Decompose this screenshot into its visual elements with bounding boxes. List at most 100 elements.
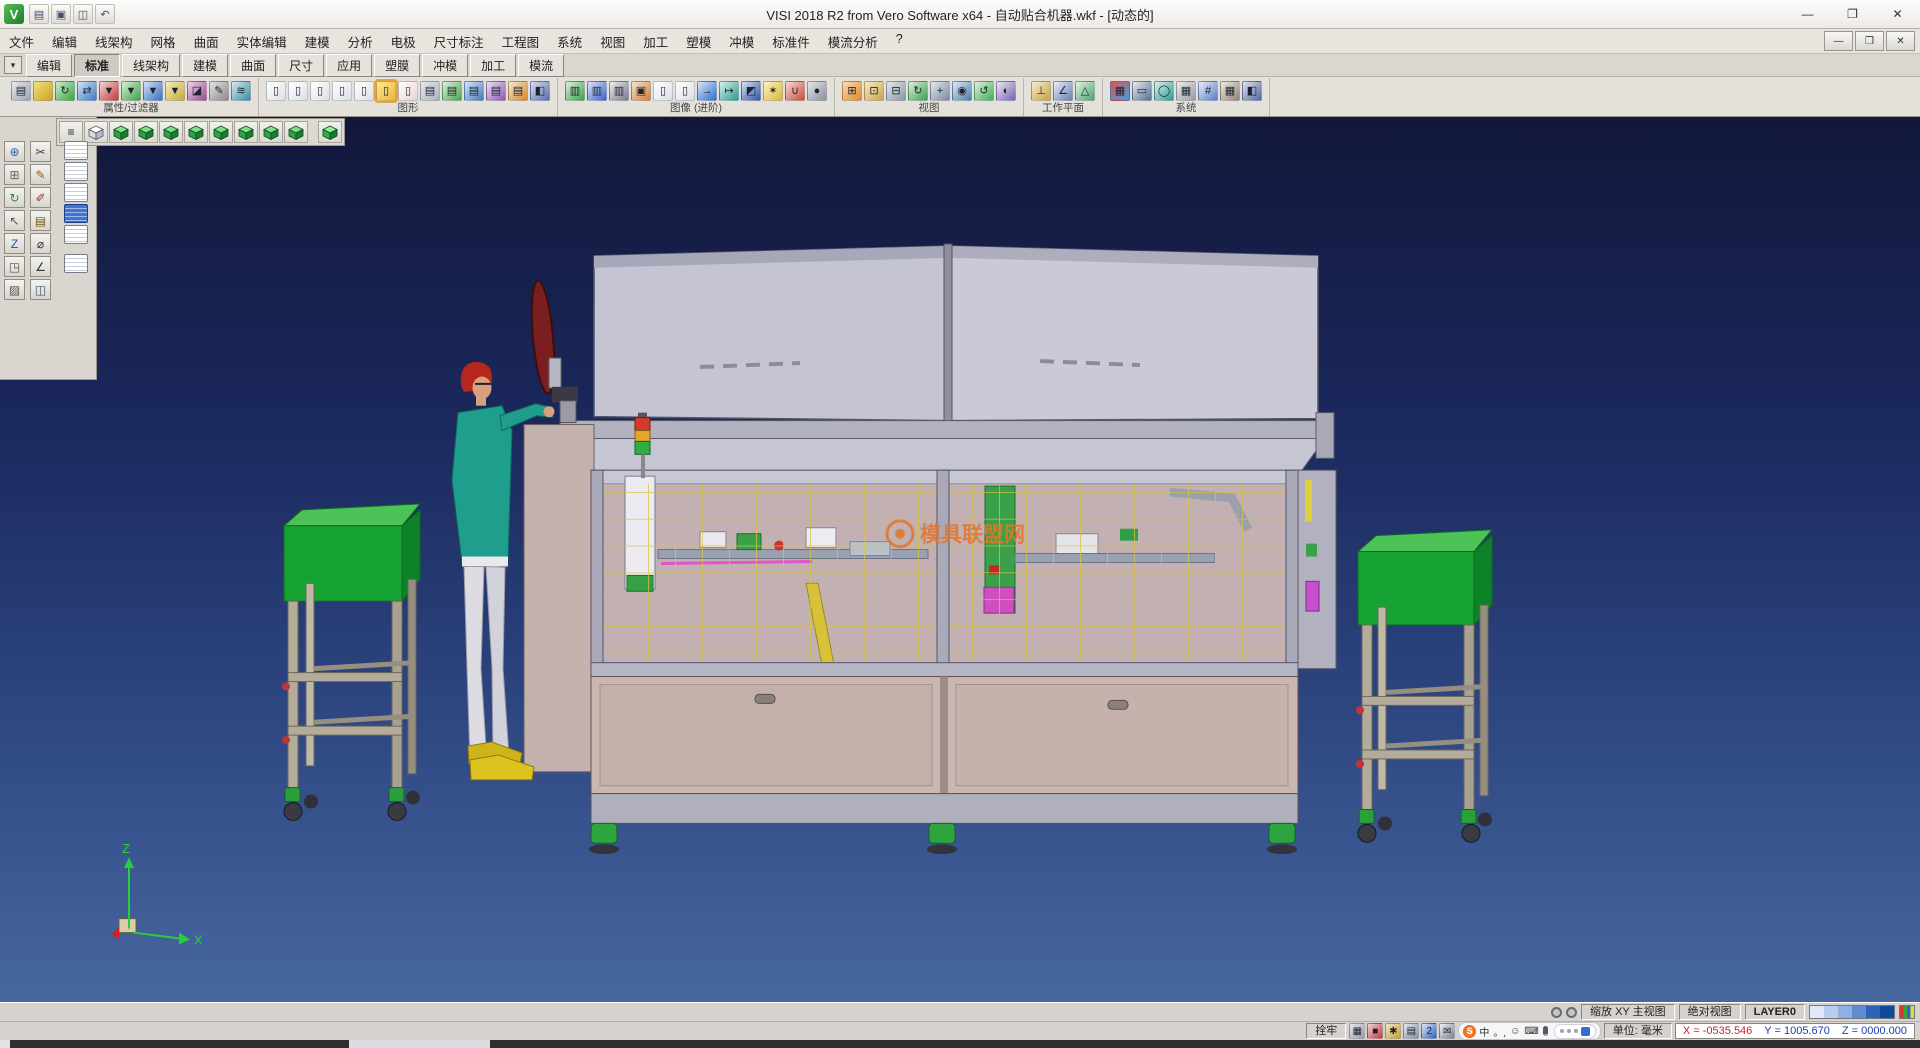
solid-red-icon[interactable]: ■: [1367, 1023, 1383, 1039]
refresh-view-icon[interactable]: ↺: [974, 81, 994, 101]
zoom-window-icon[interactable]: ⊡: [864, 81, 884, 101]
bounding-box-icon[interactable]: ◳: [4, 256, 25, 277]
film-strip-icon[interactable]: ▥: [609, 81, 629, 101]
tab-6[interactable]: 尺寸: [278, 54, 324, 77]
filter-blue-icon[interactable]: ▼: [143, 81, 163, 101]
menu-item-14[interactable]: 加工: [634, 29, 677, 54]
render-blue-icon[interactable]: ▥: [587, 81, 607, 101]
zoom-previous-icon[interactable]: ⊟: [886, 81, 906, 101]
measure-diameter-icon[interactable]: ⌀: [30, 233, 51, 254]
palette-swatch-4[interactable]: [1852, 1006, 1866, 1018]
tab-4[interactable]: 建模: [182, 54, 228, 77]
ime-toolbox[interactable]: [1554, 1024, 1596, 1039]
tab-10[interactable]: 加工: [470, 54, 516, 77]
window-maximize-button[interactable]: ❐: [1830, 1, 1875, 28]
zoom-select-icon[interactable]: ⊕: [4, 141, 25, 162]
workplane-xyz-icon[interactable]: ⊥: [1031, 81, 1051, 101]
world-globe-icon[interactable]: ◯: [1154, 81, 1174, 101]
menu-item-6[interactable]: 实体编辑: [228, 29, 296, 54]
color-table-icon[interactable]: [1899, 1005, 1915, 1019]
shade-toggle-icon[interactable]: ◧: [530, 81, 550, 101]
rotate-entity-icon[interactable]: ↻: [4, 187, 25, 208]
menu-item-15[interactable]: 塑模: [677, 29, 720, 54]
db-points-icon[interactable]: [64, 141, 88, 160]
menu-item-7[interactable]: 建模: [296, 29, 339, 54]
color-table-icon[interactable]: ▦: [1110, 81, 1130, 101]
photo-icon[interactable]: ▣: [631, 81, 651, 101]
tab-overflow-button[interactable]: ▾: [4, 56, 22, 74]
open-file-icon[interactable]: ▣: [51, 4, 71, 24]
ime-lang-toggle[interactable]: 中: [1478, 1024, 1490, 1039]
filter-red-icon[interactable]: ▼: [99, 81, 119, 101]
front-view-icon[interactable]: [134, 121, 158, 143]
undo-icon[interactable]: ↶: [95, 4, 115, 24]
tab-8[interactable]: 塑膜: [374, 54, 420, 77]
status-toggle-icon-1[interactable]: [1551, 1007, 1562, 1018]
left-cart[interactable]: [282, 504, 420, 820]
tab-11[interactable]: 模流: [518, 54, 564, 77]
menu-item-12[interactable]: 系统: [548, 29, 591, 54]
message-icon[interactable]: ✉: [1439, 1023, 1455, 1039]
tab-7[interactable]: 应用: [326, 54, 372, 77]
document-close-button[interactable]: ✕: [1886, 31, 1915, 51]
entity-layer-icon[interactable]: ▯: [354, 81, 374, 101]
menu-item-9[interactable]: 电极: [382, 29, 425, 54]
laminating-machine-model[interactable]: [524, 244, 1336, 854]
menu-item-18[interactable]: 模流分析: [819, 29, 887, 54]
menu-item-2[interactable]: 编辑: [43, 29, 86, 54]
sketch-icon[interactable]: ✎: [30, 164, 51, 185]
menu-item-11[interactable]: 工程图: [493, 29, 549, 54]
tab-3[interactable]: 线架构: [122, 54, 180, 77]
snap-toggle[interactable]: 拴牢: [1306, 1023, 1346, 1039]
ime-emoji-button[interactable]: ☺: [1509, 1026, 1521, 1037]
workplane-3pt-icon[interactable]: ∠: [1053, 81, 1073, 101]
db-orange-icon[interactable]: ▤: [508, 81, 528, 101]
absolute-view-indicator[interactable]: 绝对视图: [1679, 1004, 1741, 1020]
material-cyl-icon[interactable]: ▯: [675, 81, 695, 101]
tab-2[interactable]: 标准: [74, 54, 120, 77]
document-minimize-button[interactable]: —: [1824, 31, 1853, 51]
hatch-icon[interactable]: ▨: [4, 279, 25, 300]
layers-icon[interactable]: ▤: [30, 210, 51, 231]
tab-9[interactable]: 冲模: [422, 54, 468, 77]
refresh-attributes-icon[interactable]: ↻: [55, 81, 75, 101]
sphere-render-icon[interactable]: ●: [807, 81, 827, 101]
texture-cyl-icon[interactable]: ▯: [653, 81, 673, 101]
point-style-icon[interactable]: ▯: [310, 81, 330, 101]
layer-indicator[interactable]: LAYER0: [1745, 1004, 1805, 1020]
display-grid-icon[interactable]: ▦: [1349, 1023, 1365, 1039]
current-style-icon[interactable]: ▯: [376, 81, 396, 101]
erase-icon[interactable]: ✐: [30, 187, 51, 208]
sogou-icon[interactable]: S: [1463, 1025, 1476, 1038]
menu-item-17[interactable]: 标准件: [763, 29, 819, 54]
viewport[interactable]: 模具联盟网 Z X ≡ ⊕✂⊞✎↻✐↖▤Z⌀◳∠▨◫: [0, 117, 1920, 1002]
move-icon[interactable]: ↖: [4, 210, 25, 231]
taskbar-app-fragment[interactable]: [349, 1040, 490, 1048]
grid-settings-icon[interactable]: #: [1198, 81, 1218, 101]
menu-item-13[interactable]: 视图: [591, 29, 634, 54]
zoom-fit-icon[interactable]: ⊞: [842, 81, 862, 101]
db-curves-icon[interactable]: [64, 162, 88, 181]
arrow-next-icon[interactable]: →: [697, 81, 717, 101]
calculator-icon[interactable]: ▦: [1220, 81, 1240, 101]
tab-1[interactable]: 编辑: [26, 54, 72, 77]
ime-punct-toggle[interactable]: 。,: [1492, 1024, 1507, 1039]
ime-mic-button[interactable]: [1542, 1026, 1549, 1036]
iso-box-icon[interactable]: ◧: [1242, 81, 1262, 101]
palette-swatch-6[interactable]: [1880, 1006, 1894, 1018]
ime-skin-icon[interactable]: [1581, 1027, 1590, 1036]
rotate-view-icon[interactable]: ↻: [908, 81, 928, 101]
options-icon[interactable]: ▦: [1176, 81, 1196, 101]
entity-color-icon[interactable]: ▯: [332, 81, 352, 101]
cube-view-icon[interactable]: ◩: [741, 81, 761, 101]
window-close-button[interactable]: ✕: [1875, 1, 1920, 28]
document-restore-button[interactable]: ❐: [1855, 31, 1884, 51]
light-source-icon[interactable]: ✶: [763, 81, 783, 101]
swap-attributes-icon[interactable]: ⇄: [77, 81, 97, 101]
top-view-icon[interactable]: [234, 121, 258, 143]
grid-snap-icon[interactable]: ⊞: [4, 164, 25, 185]
db-surfaces-icon[interactable]: [64, 183, 88, 202]
db-purple-icon[interactable]: ▤: [486, 81, 506, 101]
db-blue-icon[interactable]: ▤: [464, 81, 484, 101]
render-green-icon[interactable]: ▥: [565, 81, 585, 101]
